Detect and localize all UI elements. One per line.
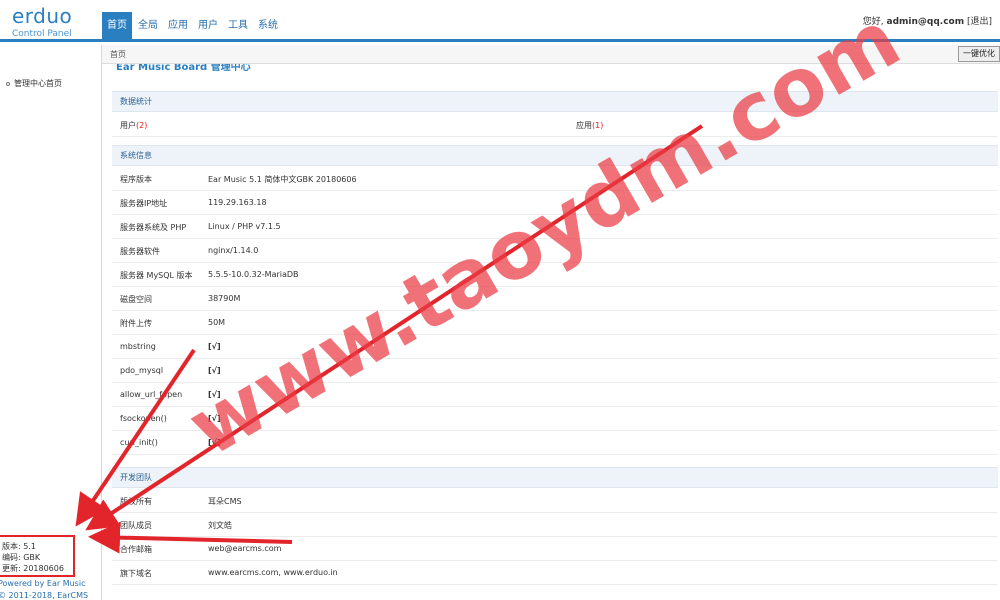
system-info-box: 版本: 5.1 编码: GBK 更新: 20180606 [0,535,75,577]
copyright-link[interactable]: © 2011-2018, EarCMS Inc. [0,590,101,600]
table-row: 附件上传 50M [112,311,998,335]
table-row: 服务器IP地址 119.29.163.18 [112,191,998,215]
row-key: allow_url_fopen [120,390,183,399]
encoding-text: 编码: GBK [2,553,41,562]
row-key: curl_init() [120,438,158,447]
row-key: 程序版本 [120,175,152,184]
row-value: [√] [208,414,221,423]
table-row: 版权所有 耳朵CMS [112,489,998,513]
row-key: 旗下域名 [120,569,152,578]
row-value: www.earcms.com, www.erduo.in [208,568,338,577]
apps-stat[interactable]: 应用(1) [576,120,603,131]
bullet-icon [6,81,10,86]
table-row: curl_init() [√] [112,431,998,455]
row-value: 耳朵CMS [208,497,242,506]
nav-tab-apps[interactable]: 应用 [164,12,192,40]
updated-text: 更新: 20180606 [2,564,64,573]
row-value: 38790M [208,294,241,303]
sidebar-item-label: 管理中心首页 [14,79,62,88]
table-row: 服务器软件 nginx/1.14.0 [112,239,998,263]
row-key: 服务器软件 [120,247,160,256]
apps-label: 应用 [576,121,592,130]
stats-row: 用户(2) 应用(1) [112,113,998,137]
nav-tab-tools[interactable]: 工具 [224,12,252,40]
oneclick-button[interactable]: 一键优化 [958,46,1000,62]
users-count: (2) [136,121,148,130]
table-row: allow_url_fopen [√] [112,383,998,407]
table-row: 磁盘空间 38790M [112,287,998,311]
nav-tab-home[interactable]: 首页 [102,12,132,40]
section-dev-heading: 开发团队 [112,467,998,488]
table-row: 程序版本 Ear Music 5.1 简体中文GBK 20180606 [112,167,998,191]
nav-tab-users[interactable]: 用户 [194,12,222,40]
row-value: 119.29.163.18 [208,198,267,207]
section-system-heading: 系统信息 [112,145,998,166]
row-value: Linux / PHP v7.1.5 [208,222,281,231]
row-value: web@earcms.com [208,544,282,553]
row-value: 5.5.5-10.0.32-MariaDB [208,270,299,279]
logo-main-text: erduo [12,4,73,28]
nav-tab-global[interactable]: 全局 [134,12,162,40]
row-value: [√] [208,366,221,375]
row-value: [√] [208,390,221,399]
users-label: 用户 [120,121,136,130]
table-row: mbstring [√] [112,335,998,359]
version-text: 版本: 5.1 [2,542,36,551]
main-content: Ear Music Board 管理中心 数据统计 用户(2) 应用(1) 系统… [102,64,1000,600]
row-key: 服务器系统及 PHP [120,223,187,232]
row-value: [√] [208,438,221,447]
breadcrumb[interactable]: 首页 [110,49,126,60]
table-row: 服务器系统及 PHP Linux / PHP v7.1.5 [112,215,998,239]
sidebar: 管理中心首页 版本: 5.1 编码: GBK 更新: 20180606 Powe… [0,45,102,600]
logo[interactable]: erduo Control Panel [12,6,92,39]
row-key: 版权所有 [120,497,152,506]
top-header: erduo Control Panel 首页 全局 应用 用户 工具 系统 您好… [0,0,1000,42]
nav-tab-system[interactable]: 系统 [254,12,282,40]
row-value: Ear Music 5.1 简体中文GBK 20180606 [208,175,357,184]
row-key: 附件上传 [120,319,152,328]
table-row: 服务器 MySQL 版本 5.5.5-10.0.32-MariaDB [112,263,998,287]
users-stat[interactable]: 用户(2) [120,120,147,131]
main-nav: 首页 全局 应用 用户 工具 系统 [102,12,284,42]
row-key: fsockopen() [120,414,167,423]
table-row: 旗下域名 www.earcms.com, www.erduo.in [112,561,998,585]
table-row: 合作邮箱 web@earcms.com [112,537,998,561]
row-value: [√] [208,342,221,351]
row-key: 团队成员 [120,521,152,530]
sidebar-item-admin-home[interactable]: 管理中心首页 [6,78,62,89]
breadcrumb-bar: 首页 一键优化 [102,45,1000,64]
apps-count: (1) [592,121,604,130]
powered-by-link[interactable]: Powered by Ear Music [0,578,85,589]
user-area: 您好, admin@qq.com [退出] [863,14,992,27]
table-row: 团队成员 刘文皓 [112,513,998,537]
user-email: admin@qq.com [886,17,965,27]
table-row: pdo_mysql [√] [112,359,998,383]
row-key: mbstring [120,342,156,351]
row-value: 50M [208,318,226,327]
logo-sub-text: Control Panel [12,29,72,39]
row-value: nginx/1.14.0 [208,246,259,255]
row-key: 服务器 MySQL 版本 [120,271,193,280]
row-key: 服务器IP地址 [120,199,168,208]
row-key: pdo_mysql [120,366,164,375]
row-key: 合作邮箱 [120,545,152,554]
page-title: Ear Music Board 管理中心 [116,64,251,73]
row-key: 磁盘空间 [120,295,152,304]
section-stats-heading: 数据统计 [112,91,998,112]
table-row: fsockopen() [√] [112,407,998,431]
logout-link[interactable]: [退出] [967,17,992,27]
row-value: 刘文皓 [208,521,232,530]
greeting-text: 您好, [862,17,884,27]
